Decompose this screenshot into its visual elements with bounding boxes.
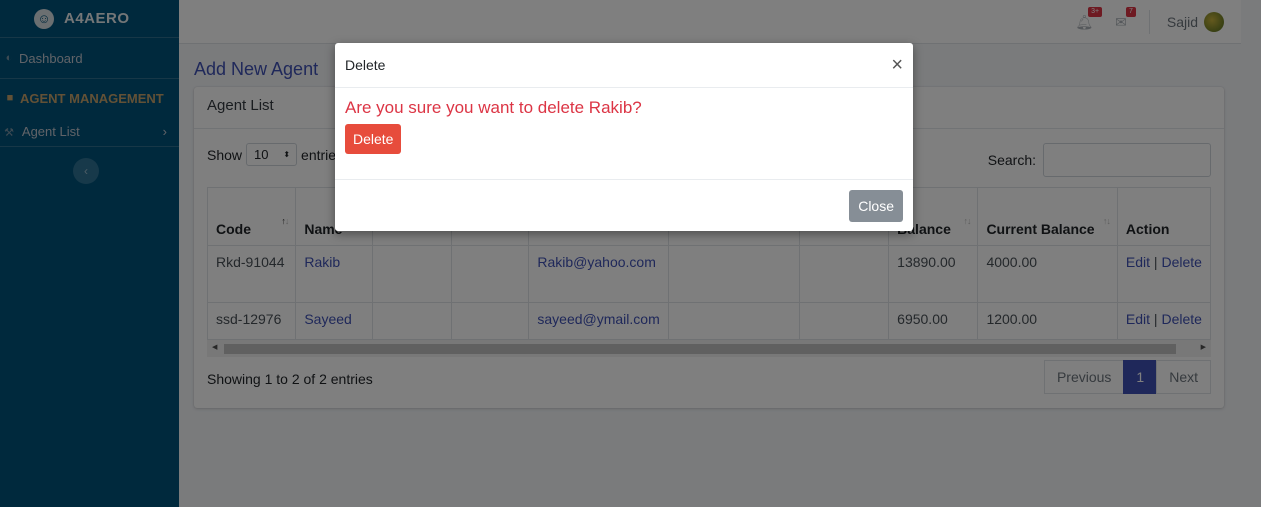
modal-title: Delete bbox=[345, 57, 386, 73]
close-icon[interactable]: × bbox=[891, 55, 903, 75]
modal-footer: Close bbox=[335, 180, 913, 231]
close-button[interactable]: Close bbox=[849, 189, 903, 222]
modal-body: Are you sure you want to delete Rakib? D… bbox=[335, 88, 913, 180]
modal-header: Delete × bbox=[335, 43, 913, 88]
delete-button[interactable]: Delete bbox=[345, 124, 402, 154]
confirm-message: Are you sure you want to delete Rakib? bbox=[345, 98, 642, 117]
delete-confirm-modal: Delete × Are you sure you want to delete… bbox=[335, 43, 913, 231]
